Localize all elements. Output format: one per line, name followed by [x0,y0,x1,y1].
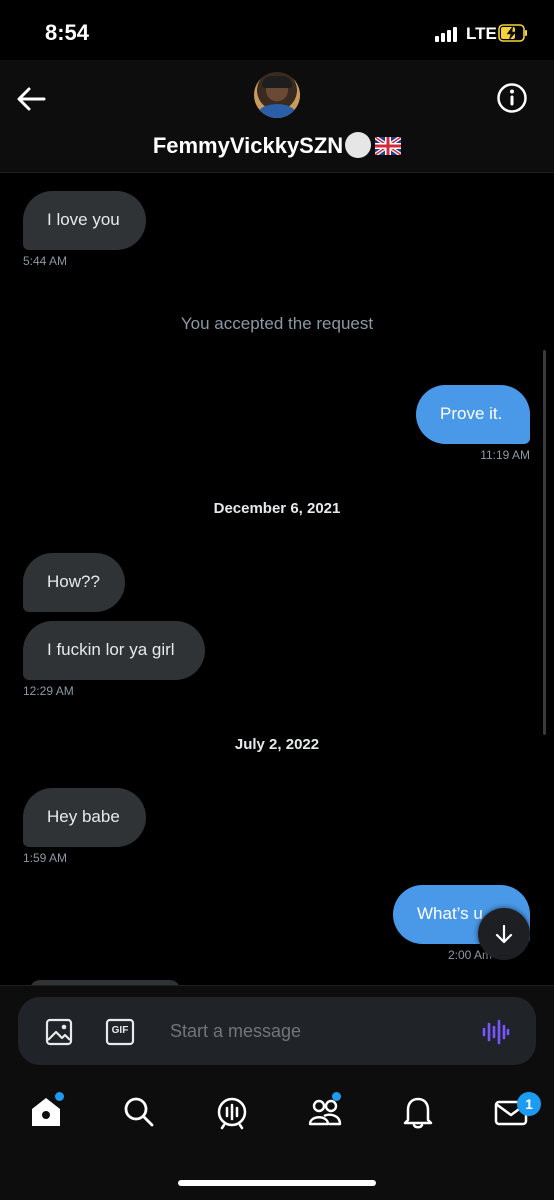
contact-name: FemmyVickkySZN [152,133,344,158]
home-notification-dot [55,1092,64,1101]
message-bubble-incoming[interactable]: I fuckin lor ya girl [23,621,205,680]
message-timestamp: 11:19 AM [480,448,530,462]
status-bar: 8:54 LTE [0,0,554,60]
status-time: 8:54 [45,20,90,45]
network-label: LTE [466,24,497,43]
message-bubble-incoming[interactable]: How?? [23,553,125,612]
info-icon[interactable] [496,82,528,114]
voice-message-icon[interactable] [480,1017,510,1047]
message-bubble-incoming[interactable]: I love you [23,191,146,250]
notifications-icon[interactable] [400,1094,436,1130]
scroll-to-bottom-button[interactable] [478,908,530,960]
uk-flag-icon [375,137,402,155]
signal-icon [435,26,459,42]
gif-button[interactable]: GIF [105,1017,135,1047]
message-timestamp: 1:59 AM [23,851,68,865]
scrollbar[interactable] [543,350,546,735]
battery-charging-icon [498,24,527,42]
search-icon[interactable] [121,1094,157,1130]
conversation-header: FemmyVickkySZN [0,60,554,173]
system-note: You accepted the request [180,314,374,333]
message-input[interactable]: Start a message [170,1021,301,1042]
date-separator: December 6, 2021 [213,500,341,517]
message-timestamp: 5:44 AM [23,254,68,268]
contact-avatar[interactable] [254,72,300,118]
contact-name-row[interactable]: FemmyVickkySZN [0,132,554,159]
message-timestamp: 12:29 AM [23,684,74,698]
back-arrow-icon[interactable] [14,82,48,116]
composer-bar: GIF Start a message [0,985,554,1076]
message-bubble-incoming[interactable]: Hey babe [23,788,146,847]
home-indicator[interactable] [178,1180,376,1186]
messages-badge: 1 [517,1092,541,1116]
communities-notification-dot [332,1092,341,1101]
date-separator: July 2, 2022 [234,736,320,753]
message-bubble-outgoing[interactable]: Prove it. [416,385,530,444]
gif-label: GIF [111,1025,129,1036]
spaces-icon[interactable] [214,1094,250,1130]
message-composer: GIF Start a message [18,997,536,1065]
white-circle-emoji-icon [345,132,372,158]
arrow-down-icon [495,924,513,944]
image-icon[interactable] [44,1017,74,1047]
